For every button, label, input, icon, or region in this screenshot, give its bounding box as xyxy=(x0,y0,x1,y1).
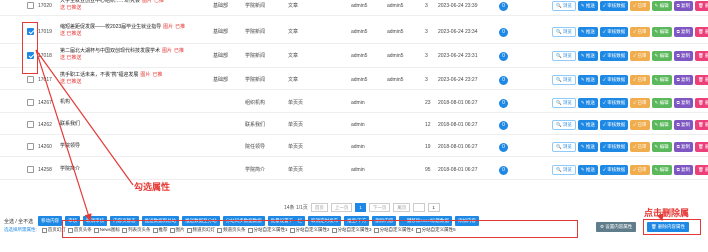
arrow-to-attributes xyxy=(35,49,92,222)
arrow-to-delete xyxy=(656,213,664,222)
arrow-to-label xyxy=(35,49,134,186)
annotation-arrows xyxy=(35,49,664,222)
